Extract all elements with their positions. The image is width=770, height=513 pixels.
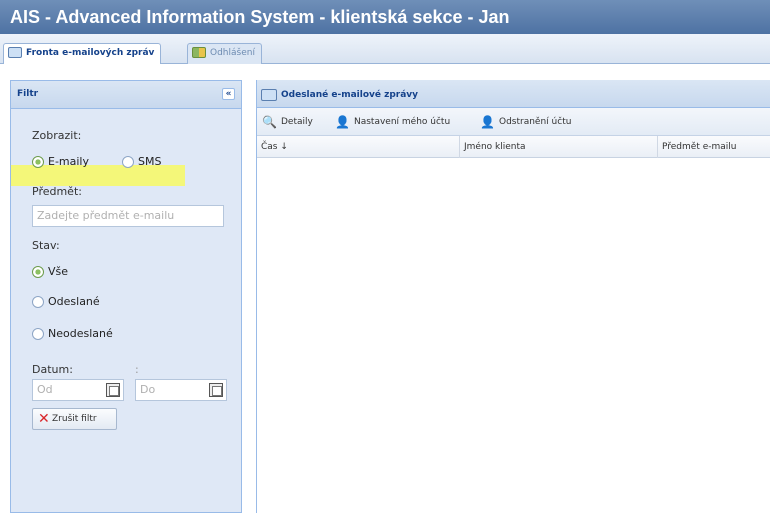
calendar-to-icon[interactable] — [209, 383, 223, 397]
mail-queue-icon — [8, 47, 22, 58]
tab-logout[interactable]: Odhlášení — [187, 43, 262, 64]
subject-input[interactable]: Zadejte předmět e-mailu — [32, 205, 224, 227]
radio-state-all-label: Vše — [48, 265, 69, 278]
user-settings-icon: 👤 — [335, 115, 350, 129]
date-separator: : — [135, 363, 139, 376]
messages-panel: Odeslané e-mailové zprávy 🔍 Detaily 👤 Na… — [256, 80, 770, 513]
collapse-panel-button[interactable]: « — [222, 88, 235, 100]
radio-emails[interactable] — [32, 156, 44, 168]
details-button[interactable]: 🔍 Detaily — [262, 115, 313, 129]
tab-logout-label: Odhlášení — [210, 48, 255, 58]
close-icon: ✕ — [38, 411, 50, 427]
tab-email-queue-label: Fronta e-mailových zpráv — [26, 48, 155, 58]
radio-state-all[interactable] — [32, 266, 44, 278]
logout-grid-icon — [192, 47, 206, 58]
table-header: Čas ↓ Jméno klienta Předmět e-mailu — [257, 136, 770, 158]
mail-panel-icon — [261, 89, 277, 101]
window-title: AIS - Advanced Information System - klie… — [0, 0, 770, 34]
date-label: Datum: — [32, 363, 73, 376]
radio-sms-label: SMS — [138, 155, 162, 168]
filter-panel-header: Filtr « — [11, 81, 241, 109]
column-client-name[interactable]: Jméno klienta — [460, 136, 658, 158]
state-label: Stav: — [32, 239, 60, 252]
delete-account-icon: 👤 — [480, 115, 495, 129]
clear-filter-label: Zrušit filtr — [52, 414, 97, 424]
filter-title: Filtr — [17, 89, 39, 99]
table-body — [257, 158, 770, 513]
show-label: Zobrazit: — [32, 129, 82, 142]
radio-state-unsent-label: Neodeslané — [48, 327, 113, 340]
account-settings-button[interactable]: 👤 Nastavení mého účtu — [335, 115, 450, 129]
tab-bar: Fronta e-mailových zpráv Odhlášení — [0, 34, 770, 64]
account-settings-label: Nastavení mého účtu — [354, 117, 451, 127]
column-time[interactable]: Čas ↓ — [257, 136, 460, 158]
delete-account-label: Odstranění účtu — [499, 117, 572, 127]
radio-sms[interactable] — [122, 156, 134, 168]
details-label: Detaily — [281, 117, 313, 127]
clear-filter-button[interactable]: ✕ Zrušit filtr — [32, 408, 117, 430]
magnifier-icon: 🔍 — [262, 115, 277, 129]
messages-panel-header: Odeslané e-mailové zprávy — [257, 80, 770, 108]
column-subject[interactable]: Předmět e-mailu — [658, 136, 770, 158]
messages-toolbar: 🔍 Detaily 👤 Nastavení mého účtu 👤 Odstra… — [257, 108, 770, 136]
highlight-marker — [11, 165, 185, 186]
subject-label: Předmět: — [32, 185, 82, 198]
calendar-from-icon[interactable] — [106, 383, 120, 397]
radio-state-sent[interactable] — [32, 296, 44, 308]
filter-panel: Filtr « Zobrazit: E-maily SMS Předmět: Z… — [10, 80, 242, 513]
delete-account-button[interactable]: 👤 Odstranění účtu — [480, 115, 571, 129]
radio-state-unsent[interactable] — [32, 328, 44, 340]
radio-emails-label: E-maily — [48, 155, 89, 168]
messages-panel-title: Odeslané e-mailové zprávy — [281, 90, 419, 100]
tab-email-queue[interactable]: Fronta e-mailových zpráv — [3, 43, 162, 64]
radio-state-sent-label: Odeslané — [48, 295, 100, 308]
